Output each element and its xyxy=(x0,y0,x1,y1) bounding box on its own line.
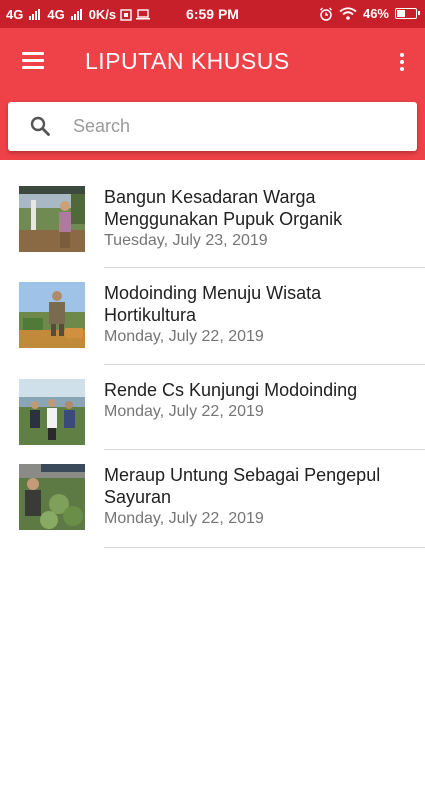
search-icon xyxy=(30,116,50,136)
article-text: Bangun Kesadaran Warga Menggunakan Pupuk… xyxy=(104,186,411,252)
list-item[interactable]: Meraup Untung Sebagai Pengepul Sayuran M… xyxy=(0,450,425,548)
status-bar: 4G 4G 0K/s 6:59 PM 46% xyxy=(0,0,425,28)
list-item[interactable]: Bangun Kesadaran Warga Menggunakan Pupuk… xyxy=(0,172,425,268)
article-thumbnail xyxy=(19,186,85,252)
article-title: Bangun Kesadaran Warga Menggunakan Pupuk… xyxy=(104,187,343,229)
article-thumbnail xyxy=(19,464,85,530)
wifi-icon xyxy=(339,7,357,20)
search-input[interactable] xyxy=(72,102,403,151)
list-item[interactable]: Modoinding Menuju Wisata Hortikultura Mo… xyxy=(0,268,425,365)
article-text: Rende Cs Kunjungi Modoinding Monday, Jul… xyxy=(104,379,411,423)
battery-percent: 46% xyxy=(362,6,389,21)
page-title: LIPUTAN KHUSUS xyxy=(85,48,290,74)
article-date: Monday, July 22, 2019 xyxy=(104,510,264,527)
article-title: Modoinding Menuju Wisata Hortikultura xyxy=(104,283,322,325)
article-list: Bangun Kesadaran Warga Menggunakan Pupuk… xyxy=(0,172,425,548)
article-text: Modoinding Menuju Wisata Hortikultura Mo… xyxy=(104,282,411,348)
article-text: Meraup Untung Sebagai Pengepul Sayuran M… xyxy=(104,464,411,530)
battery-icon xyxy=(395,8,420,19)
search-bar[interactable] xyxy=(8,102,417,151)
hamburger-menu-icon[interactable] xyxy=(22,52,44,70)
article-date: Monday, July 22, 2019 xyxy=(104,328,264,345)
list-item[interactable]: Rende Cs Kunjungi Modoinding Monday, Jul… xyxy=(0,365,425,450)
article-date: Tuesday, July 23, 2019 xyxy=(104,232,268,249)
app-bar: LIPUTAN KHUSUS xyxy=(0,28,425,160)
article-thumbnail xyxy=(19,379,85,445)
status-right: 46% xyxy=(319,6,420,21)
article-title: Meraup Untung Sebagai Pengepul Sayuran xyxy=(104,465,381,507)
alarm-icon xyxy=(319,7,332,21)
article-title: Rende Cs Kunjungi Modoinding xyxy=(104,380,358,400)
article-date: Monday, July 22, 2019 xyxy=(104,403,264,420)
article-thumbnail xyxy=(19,282,85,348)
more-vertical-icon[interactable] xyxy=(399,53,405,71)
divider xyxy=(104,547,425,548)
